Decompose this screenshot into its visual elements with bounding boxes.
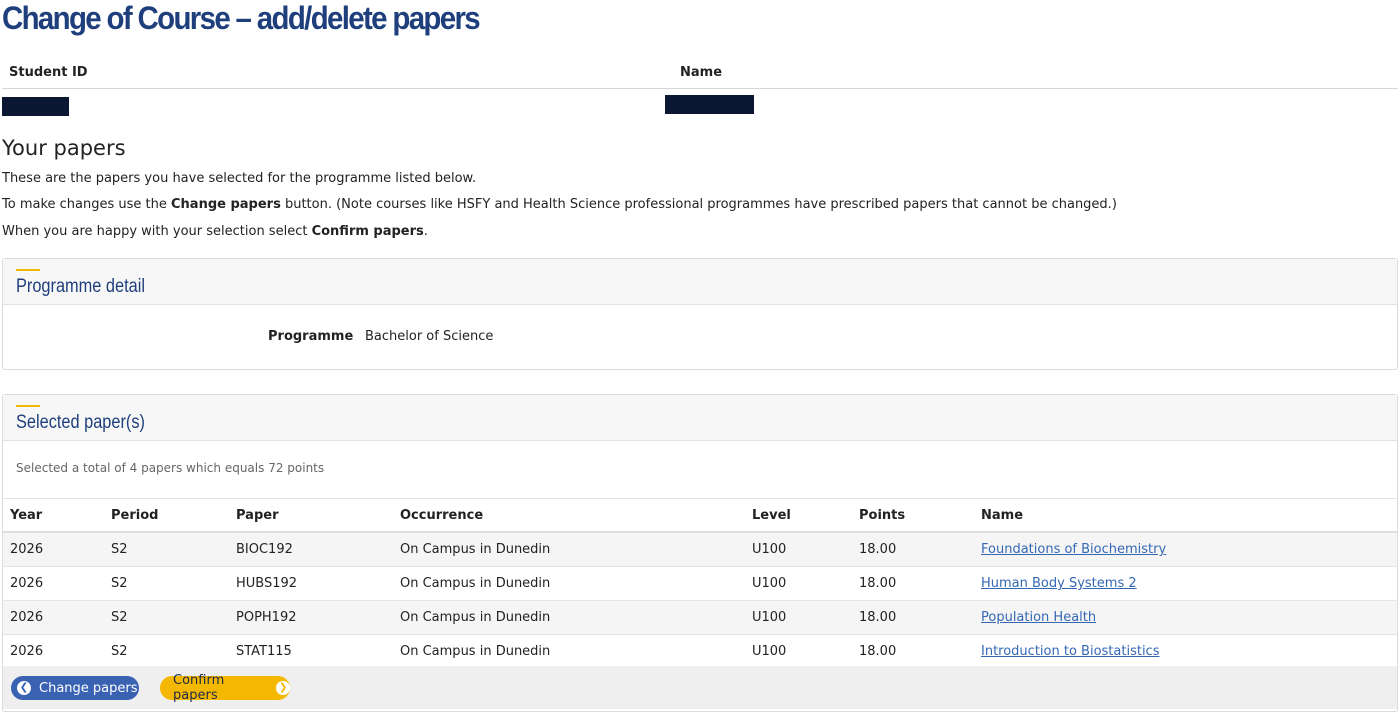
name-label: Name	[680, 65, 723, 80]
table-header-row: Year Period Paper Occurrence Level Point…	[3, 498, 1397, 533]
change-papers-button[interactable]: ❮ Change papers	[11, 676, 139, 700]
intro-line-2: To make changes use the Change papers bu…	[2, 197, 1117, 212]
programme-detail-title: Programme detail	[16, 276, 145, 297]
chevron-left-circle-icon: ❮	[17, 681, 31, 695]
cell-year: 2026	[3, 600, 104, 635]
programme-label: Programme	[268, 329, 354, 344]
selected-papers-header: Selected paper(s)	[3, 395, 1397, 441]
cell-paper: HUBS192	[229, 566, 393, 601]
accent-bar	[16, 269, 40, 271]
confirm-papers-emphasis: Confirm papers	[311, 224, 424, 239]
cell-period: S2	[104, 634, 229, 669]
cell-name: Human Body Systems 2	[974, 566, 1397, 601]
cell-period: S2	[104, 532, 229, 567]
column-header-occurrence: Occurrence	[393, 498, 745, 533]
table-row: 2026 S2 STAT115 On Campus in Dunedin U10…	[3, 634, 1397, 669]
cell-period: S2	[104, 566, 229, 601]
cell-points: 18.00	[852, 634, 974, 669]
cell-points: 18.00	[852, 566, 974, 601]
table-row: 2026 S2 BIOC192 On Campus in Dunedin U10…	[3, 532, 1397, 567]
intro-line-1: These are the papers you have selected f…	[2, 171, 477, 186]
change-papers-label: Change papers	[39, 680, 138, 696]
column-header-period: Period	[104, 498, 229, 533]
cell-level: U100	[745, 600, 852, 635]
student-id-redacted	[2, 97, 69, 116]
cell-year: 2026	[3, 566, 104, 601]
selected-papers-panel: Selected paper(s) Selected a total of 4 …	[2, 394, 1398, 712]
cell-occurrence: On Campus in Dunedin	[393, 532, 745, 567]
cell-occurrence: On Campus in Dunedin	[393, 566, 745, 601]
cell-level: U100	[745, 532, 852, 567]
cell-year: 2026	[3, 532, 104, 567]
paper-name-link[interactable]: Population Health	[981, 610, 1096, 625]
chevron-right-circle-icon: ❯	[276, 681, 290, 695]
cell-level: U100	[745, 566, 852, 601]
accent-bar	[16, 405, 40, 407]
cell-points: 18.00	[852, 600, 974, 635]
confirm-papers-button[interactable]: Confirm papers ❯	[160, 673, 290, 703]
cell-occurrence: On Campus in Dunedin	[393, 634, 745, 669]
your-papers-heading: Your papers	[2, 136, 126, 160]
programme-detail-header: Programme detail	[3, 259, 1397, 305]
cell-paper: STAT115	[229, 634, 393, 669]
cell-paper: POPH192	[229, 600, 393, 635]
cell-level: U100	[745, 634, 852, 669]
paper-name-link[interactable]: Introduction to Biostatistics	[981, 644, 1159, 659]
selection-summary: Selected a total of 4 papers which equal…	[16, 461, 325, 475]
intro-line-3: When you are happy with your selection s…	[2, 224, 428, 239]
cell-period: S2	[104, 600, 229, 635]
cell-name: Population Health	[974, 600, 1397, 635]
column-header-name: Name	[974, 498, 1397, 533]
paper-name-link[interactable]: Foundations of Biochemistry	[981, 542, 1166, 557]
cell-occurrence: On Campus in Dunedin	[393, 600, 745, 635]
student-id-label: Student ID	[9, 65, 88, 80]
name-redacted	[665, 95, 754, 114]
cell-name: Introduction to Biostatistics	[974, 634, 1397, 669]
column-header-paper: Paper	[229, 498, 393, 533]
change-papers-emphasis: Change papers	[171, 197, 281, 212]
table-row: 2026 S2 HUBS192 On Campus in Dunedin U10…	[3, 566, 1397, 601]
column-header-points: Points	[852, 498, 974, 533]
papers-table: Year Period Paper Occurrence Level Point…	[3, 498, 1397, 669]
programme-value: Bachelor of Science	[365, 329, 494, 344]
confirm-papers-label: Confirm papers	[173, 673, 225, 703]
cell-name: Foundations of Biochemistry	[974, 532, 1397, 567]
cell-paper: BIOC192	[229, 532, 393, 567]
programme-detail-panel: Programme detail Programme Bachelor of S…	[2, 258, 1398, 370]
button-bar: ❮ Change papers Confirm papers ❯	[3, 666, 1397, 709]
paper-name-link[interactable]: Human Body Systems 2	[981, 576, 1137, 591]
column-header-level: Level	[745, 498, 852, 533]
cell-points: 18.00	[852, 532, 974, 567]
table-row: 2026 S2 POPH192 On Campus in Dunedin U10…	[3, 600, 1397, 635]
student-info-header: Student ID Name	[2, 58, 1398, 89]
selected-papers-title: Selected paper(s)	[16, 412, 145, 433]
cell-year: 2026	[3, 634, 104, 669]
page-title: Change of Course – add/delete papers	[2, 0, 481, 36]
column-header-year: Year	[3, 498, 104, 533]
